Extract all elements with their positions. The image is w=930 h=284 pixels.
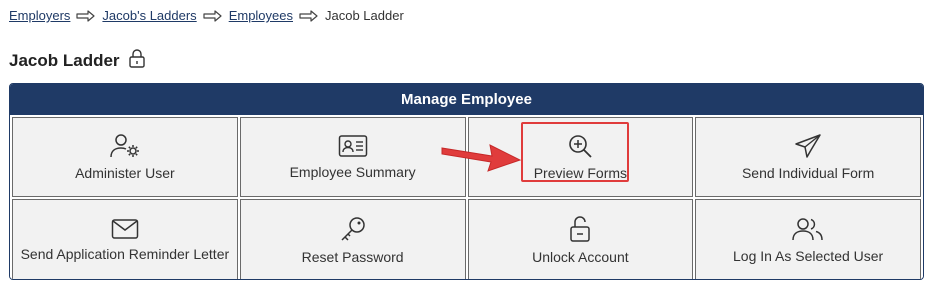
tile-label: Preview Forms [533, 165, 628, 181]
send-individual-form-button[interactable]: Send Individual Form [695, 117, 921, 197]
preview-forms-button[interactable]: Preview Forms [467, 117, 694, 197]
arrow-right-icon [76, 10, 96, 22]
title-row: Jacob Ladder [9, 48, 146, 73]
tile-label: Send Individual Form [741, 165, 875, 181]
reset-password-button[interactable]: Reset Password [239, 199, 466, 279]
zoom-in-icon [567, 133, 593, 159]
unlock-account-button[interactable]: Unlock Account [467, 199, 694, 279]
lock-icon [128, 48, 146, 73]
tile-label: Administer User [75, 165, 175, 181]
administer-user-button[interactable]: Administer User [12, 117, 238, 197]
page-title: Jacob Ladder [9, 50, 120, 70]
envelope-icon [111, 218, 139, 240]
arrow-right-icon [203, 10, 223, 22]
id-card-icon [338, 134, 368, 158]
breadcrumb-current: Jacob Ladder [325, 8, 404, 23]
tile-label: Log In As Selected User [733, 247, 884, 264]
unlock-icon [568, 215, 592, 243]
tile-label: Unlock Account [532, 248, 629, 265]
user-gear-icon [108, 133, 142, 159]
manage-employee-panel: Manage Employee Administer User Employee… [9, 83, 924, 280]
employee-summary-button[interactable]: Employee Summary [239, 117, 466, 197]
tile-label: Send Application Reminder Letter [20, 245, 230, 262]
breadcrumb-jacobs-ladders-link[interactable]: Jacob's Ladders [102, 8, 196, 24]
paper-plane-icon [794, 133, 822, 159]
tile-label: Reset Password [301, 248, 404, 265]
log-in-as-selected-user-button[interactable]: Log In As Selected User [695, 199, 921, 279]
breadcrumb-employees-link[interactable]: Employees [229, 8, 293, 24]
users-icon [791, 216, 825, 242]
action-grid: Administer User Employee Summary Preview… [10, 115, 923, 279]
send-application-reminder-letter-button[interactable]: Send Application Reminder Letter [12, 199, 238, 279]
breadcrumb-employers-link[interactable]: Employers [9, 8, 70, 24]
breadcrumb: Employers Jacob's Ladders Employees Jaco… [9, 8, 404, 24]
arrow-right-icon [299, 10, 319, 22]
panel-header: Manage Employee [10, 84, 923, 115]
key-icon [339, 215, 367, 243]
tile-label: Employee Summary [289, 164, 416, 180]
